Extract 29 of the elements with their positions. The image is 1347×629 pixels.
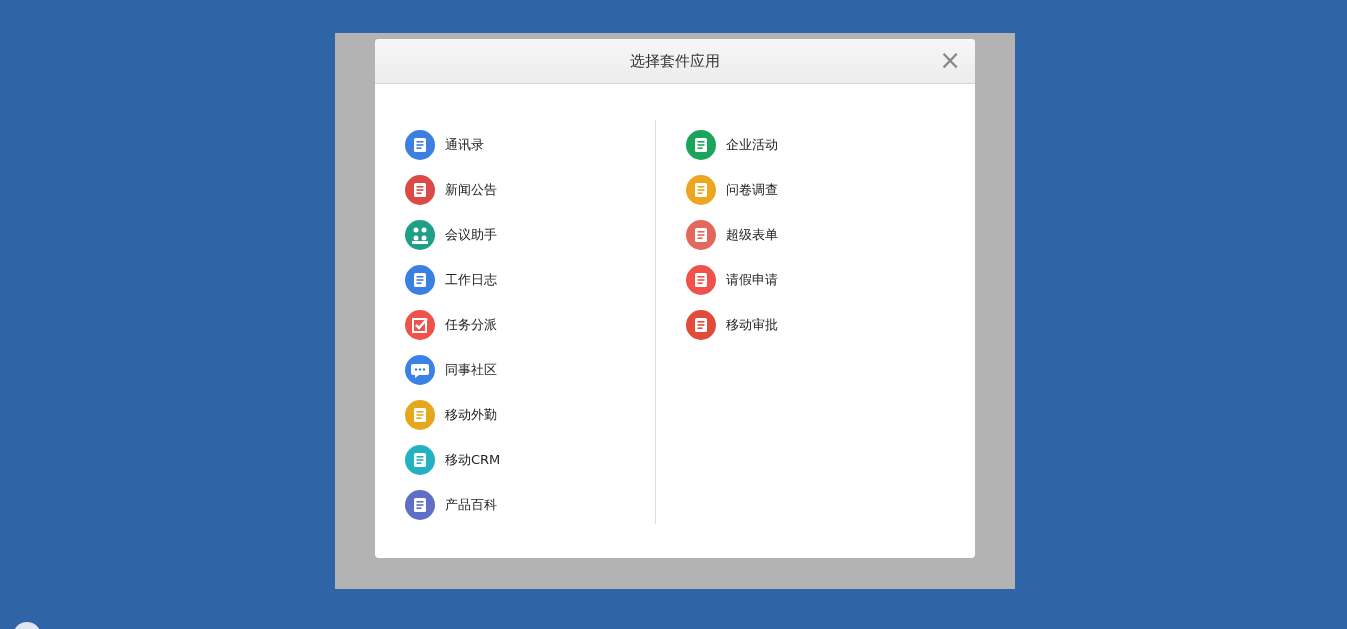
app-list-item[interactable]: 同事社区 xyxy=(405,355,655,385)
app-list-item[interactable]: 产品百科 xyxy=(405,490,655,520)
app-name: 问卷调查 xyxy=(726,181,778,199)
app-name: 移动CRM xyxy=(445,451,501,469)
app-name: 会议助手 xyxy=(445,226,497,244)
app-name: 任务分派 xyxy=(445,316,497,334)
app-list-item[interactable]: 超级表单 xyxy=(686,220,936,250)
app-name: 移动审批 xyxy=(726,316,778,334)
app-name: 产品百科 xyxy=(445,496,497,514)
app-name: 企业活动 xyxy=(726,136,778,154)
app-list-item[interactable]: 问卷调查 xyxy=(686,175,936,205)
app-list-item[interactable]: 企业活动 xyxy=(686,130,936,160)
app-list-item[interactable]: 工作日志 xyxy=(405,265,655,295)
app-name: 请假申请 xyxy=(726,271,778,289)
app-list-item[interactable]: 移动外勤 xyxy=(405,400,655,430)
app-list-item[interactable]: 通讯录 xyxy=(405,130,655,160)
app-list-item[interactable]: 新闻公告 xyxy=(405,175,655,205)
app-name: 超级表单 xyxy=(726,226,778,244)
app-list-item[interactable]: 会议助手 xyxy=(405,220,655,250)
app-list-item[interactable]: 请假申请 xyxy=(686,265,936,295)
app-name: 同事社区 xyxy=(445,361,497,379)
app-name: 移动外勤 xyxy=(445,406,497,424)
app-list-item[interactable]: 移动审批 xyxy=(686,310,936,340)
dialog-title: 选择套件应用 xyxy=(630,51,720,71)
app-name: 通讯录 xyxy=(445,136,484,154)
app-name: 新闻公告 xyxy=(445,181,497,199)
app-name: 工作日志 xyxy=(445,271,497,289)
app-list-item[interactable]: 任务分派 xyxy=(405,310,655,340)
app-list-item[interactable]: 移动CRM xyxy=(405,445,655,475)
